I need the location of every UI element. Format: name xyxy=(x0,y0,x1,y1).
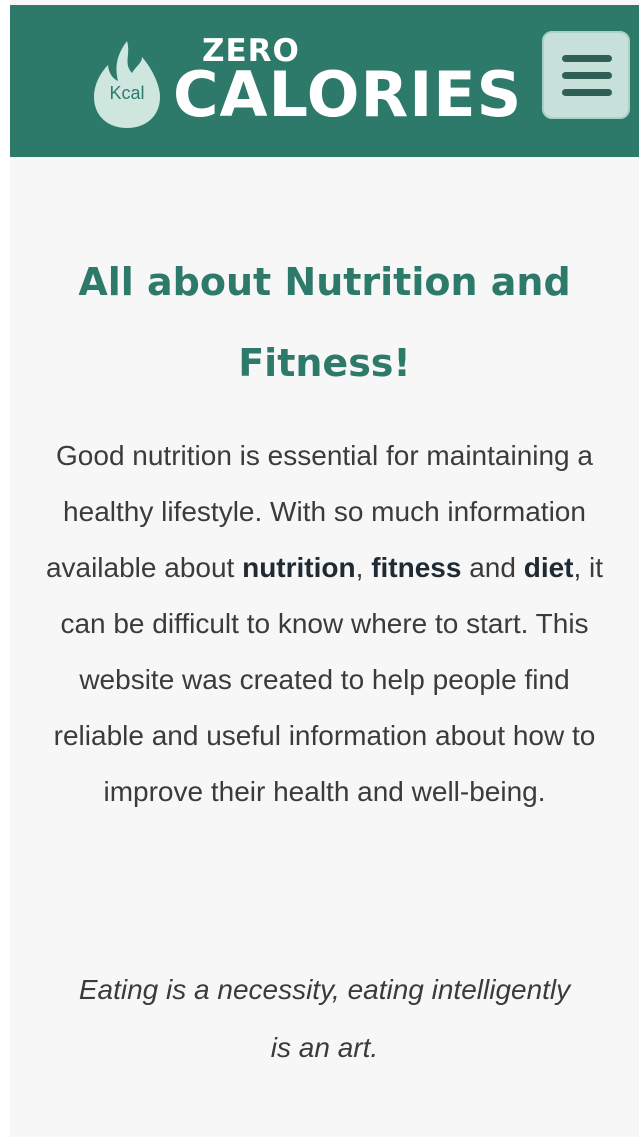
hamburger-menu-icon xyxy=(562,89,612,96)
hamburger-menu-icon xyxy=(562,55,612,62)
keyword-nutrition: nutrition xyxy=(242,552,356,583)
page: Kcal ZERO CALORIES All about Nutrition a… xyxy=(10,0,639,1137)
site-header: Kcal ZERO CALORIES xyxy=(10,5,639,157)
hamburger-menu-icon xyxy=(562,72,612,79)
menu-toggle-button[interactable] xyxy=(542,31,630,119)
intro-text: , it can be difficult to know where to s… xyxy=(53,552,604,807)
intro-paragraph: Good nutrition is essential for maintain… xyxy=(34,428,615,820)
intro-separator: and xyxy=(461,552,524,583)
keyword-diet: diet xyxy=(523,552,574,583)
logo-calories-text: CALORIES xyxy=(173,58,523,131)
keyword-fitness: fitness xyxy=(371,552,462,583)
quote-text: Eating is a necessity, eating intelligen… xyxy=(78,974,571,1063)
intro-separator: , xyxy=(355,552,372,583)
page-heading: All about Nutrition and Fitness! xyxy=(78,260,571,385)
logo-kcal-label: Kcal xyxy=(109,83,145,103)
